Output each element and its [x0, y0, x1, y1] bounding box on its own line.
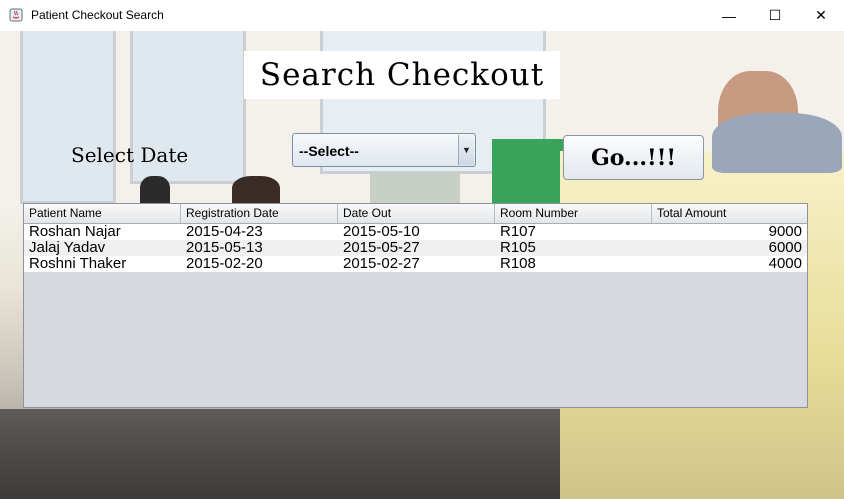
minimize-icon: — — [722, 7, 736, 24]
window-title: Patient Checkout Search — [31, 8, 164, 22]
cell-patient-name: Jalaj Yadav — [29, 239, 106, 256]
title-bar: Patient Checkout Search — ☐ ✕ — [0, 0, 844, 31]
cell-patient-name: Roshni Thaker — [29, 255, 127, 272]
cell-date-out: 2015-02-27 — [343, 255, 420, 272]
cell-date-out: 2015-05-10 — [343, 223, 420, 240]
minimize-button[interactable]: — — [706, 0, 752, 31]
cell-room-number: R108 — [500, 255, 536, 272]
column-header-room-number[interactable]: Room Number — [495, 204, 652, 223]
window-content: Search Checkout Select Date --Select-- ▼… — [0, 31, 844, 499]
select-date-label: Select Date — [71, 143, 189, 167]
column-header-total-amount[interactable]: Total Amount — [652, 204, 807, 223]
table-header: Patient Name Registration Date Date Out … — [24, 204, 807, 224]
cell-total-amount: 9000 — [768, 223, 802, 240]
column-header-date-out[interactable]: Date Out — [338, 204, 495, 223]
java-app-icon — [9, 8, 23, 22]
table-row[interactable]: Roshan Najar 2015-04-23 2015-05-10 R107 … — [24, 224, 807, 240]
column-header-registration-date[interactable]: Registration Date — [181, 204, 338, 223]
date-select-value: --Select-- — [299, 143, 359, 159]
table-row[interactable]: Jalaj Yadav 2015-05-13 2015-05-27 R105 6… — [24, 240, 807, 256]
close-icon: ✕ — [815, 7, 827, 23]
cell-date-out: 2015-05-27 — [343, 239, 420, 256]
maximize-button[interactable]: ☐ — [752, 0, 798, 31]
table-row[interactable]: Roshni Thaker 2015-02-20 2015-02-27 R108… — [24, 256, 807, 272]
checkout-table[interactable]: Patient Name Registration Date Date Out … — [23, 203, 808, 408]
cell-registration-date: 2015-04-23 — [186, 223, 263, 240]
heading-panel: Search Checkout — [244, 51, 560, 99]
cell-room-number: R105 — [500, 239, 536, 256]
cell-registration-date: 2015-02-20 — [186, 255, 263, 272]
go-button[interactable]: Go...!!! — [563, 135, 704, 180]
cell-room-number: R107 — [500, 223, 536, 240]
cell-total-amount: 4000 — [768, 255, 802, 272]
cell-total-amount: 6000 — [768, 239, 802, 256]
cell-patient-name: Roshan Najar — [29, 223, 121, 240]
maximize-icon: ☐ — [768, 7, 782, 23]
date-select-dropdown[interactable]: --Select-- ▼ — [292, 133, 476, 167]
chevron-down-icon[interactable]: ▼ — [458, 135, 474, 165]
cell-registration-date: 2015-05-13 — [186, 239, 263, 256]
close-button[interactable]: ✕ — [798, 0, 844, 31]
page-title: Search Checkout — [259, 57, 545, 93]
table-body: Roshan Najar 2015-04-23 2015-05-10 R107 … — [24, 224, 807, 272]
column-header-patient-name[interactable]: Patient Name — [24, 204, 181, 223]
